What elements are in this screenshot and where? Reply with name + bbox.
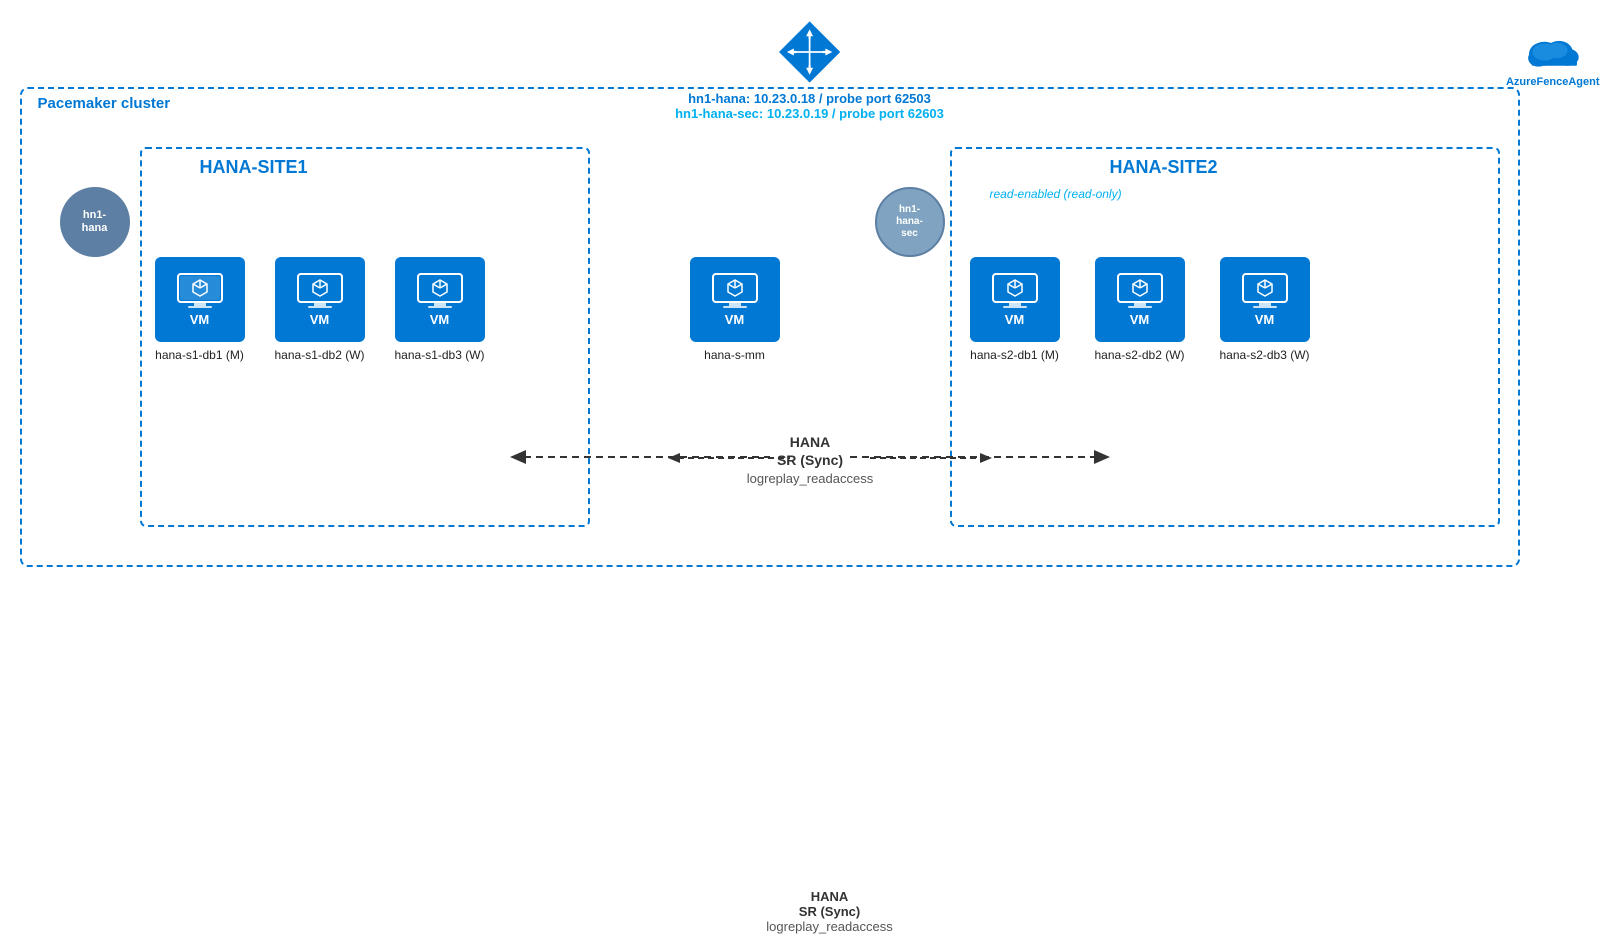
vm-name-s1-db3: hana-s1-db3 (W) <box>395 348 485 362</box>
vm-hana-s1-db1: VM hana-s1-db1 (M) <box>155 257 245 362</box>
vm-label-s2-db3: VM <box>1255 312 1275 327</box>
lb-diamond-icon <box>775 17 845 87</box>
vm-monitor-icon-s1-db1 <box>176 272 224 310</box>
hn1-hana-sec-circle: hn1-hana-sec <box>875 187 945 257</box>
vm-label-s1-db1: VM <box>190 312 210 327</box>
hn1-hana-circle: hn1-hana <box>60 187 130 257</box>
vm-hana-s2-db1: VM hana-s2-db1 (M) <box>970 257 1060 362</box>
svg-text:logreplay_readaccess: logreplay_readaccess <box>746 471 873 486</box>
vm-box-s-mm: VM <box>690 257 780 342</box>
hana-site1-label: HANA-SITE1 <box>200 157 308 178</box>
vm-name-s2-db3: hana-s2-db3 (W) <box>1220 348 1310 362</box>
vm-monitor-icon-s2-db3 <box>1241 272 1289 310</box>
vm-label-s-mm: VM <box>725 312 745 327</box>
vm-name-s2-db1: hana-s2-db1 (M) <box>970 348 1059 362</box>
vm-monitor-icon-s1-db3 <box>416 272 464 310</box>
hana-sr-full-arrow: HANA SR (Sync) logreplay_readaccess <box>500 437 1120 507</box>
azure-cloud-icon <box>1523 27 1583 72</box>
vm-monitor-icon-s-mm <box>711 272 759 310</box>
vm-monitor-icon-s2-db1 <box>991 272 1039 310</box>
svg-text:HANA: HANA <box>789 437 829 450</box>
vm-hana-s2-db2: VM hana-s2-db2 (W) <box>1095 257 1185 362</box>
read-enabled-label: read-enabled (read-only) <box>990 187 1122 201</box>
vm-name-s1-db2: hana-s1-db2 (W) <box>275 348 365 362</box>
vm-name-s-mm: hana-s-mm <box>704 348 765 362</box>
svg-text:SR (Sync): SR (Sync) <box>776 452 842 468</box>
hana-site2-label: HANA-SITE2 <box>1110 157 1218 178</box>
vm-hana-s1-db2: VM hana-s1-db2 (W) <box>275 257 365 362</box>
vm-hana-s2-db3: VM hana-s2-db3 (W) <box>1220 257 1310 362</box>
hana-sr-text-line2: SR (Sync) <box>799 904 860 919</box>
hana-sr-text-line1: HANA <box>811 889 849 904</box>
vm-label-s2-db1: VM <box>1005 312 1025 327</box>
vm-box-s2-db1: VM <box>970 257 1060 342</box>
vm-hana-s1-db3: VM hana-s1-db3 (W) <box>395 257 485 362</box>
vm-box-s2-db3: VM <box>1220 257 1310 342</box>
vm-name-s1-db1: hana-s1-db1 (M) <box>155 348 244 362</box>
vm-hana-s-mm: VM hana-s-mm <box>690 257 780 362</box>
pacemaker-cluster-label: Pacemaker cluster <box>38 95 171 112</box>
hana-sr-text-line3: logreplay_readaccess <box>766 919 892 934</box>
vm-monitor-icon-s1-db2 <box>296 272 344 310</box>
hana-sr-line1: HANA SR (Sync) logreplay_readaccess <box>766 889 892 934</box>
diagram-container: hn1-hana: 10.23.0.18 / probe port 62503 … <box>20 17 1600 587</box>
vm-name-s2-db2: hana-s2-db2 (W) <box>1095 348 1185 362</box>
vm-label-s1-db2: VM <box>310 312 330 327</box>
hana-sr-arrow-container: HANA SR (Sync) logreplay_readaccess <box>20 437 1600 507</box>
vm-box-s1-db1: VM <box>155 257 245 342</box>
vm-label-s1-db3: VM <box>430 312 450 327</box>
azure-fence-agent: AzureFenceAgent <box>1506 27 1600 88</box>
vm-box-s2-db2: VM <box>1095 257 1185 342</box>
vm-box-s1-db3: VM <box>395 257 485 342</box>
azure-fence-label: AzureFenceAgent <box>1506 76 1600 88</box>
vm-monitor-icon-s2-db2 <box>1116 272 1164 310</box>
vm-label-s2-db2: VM <box>1130 312 1150 327</box>
vm-box-s1-db2: VM <box>275 257 365 342</box>
